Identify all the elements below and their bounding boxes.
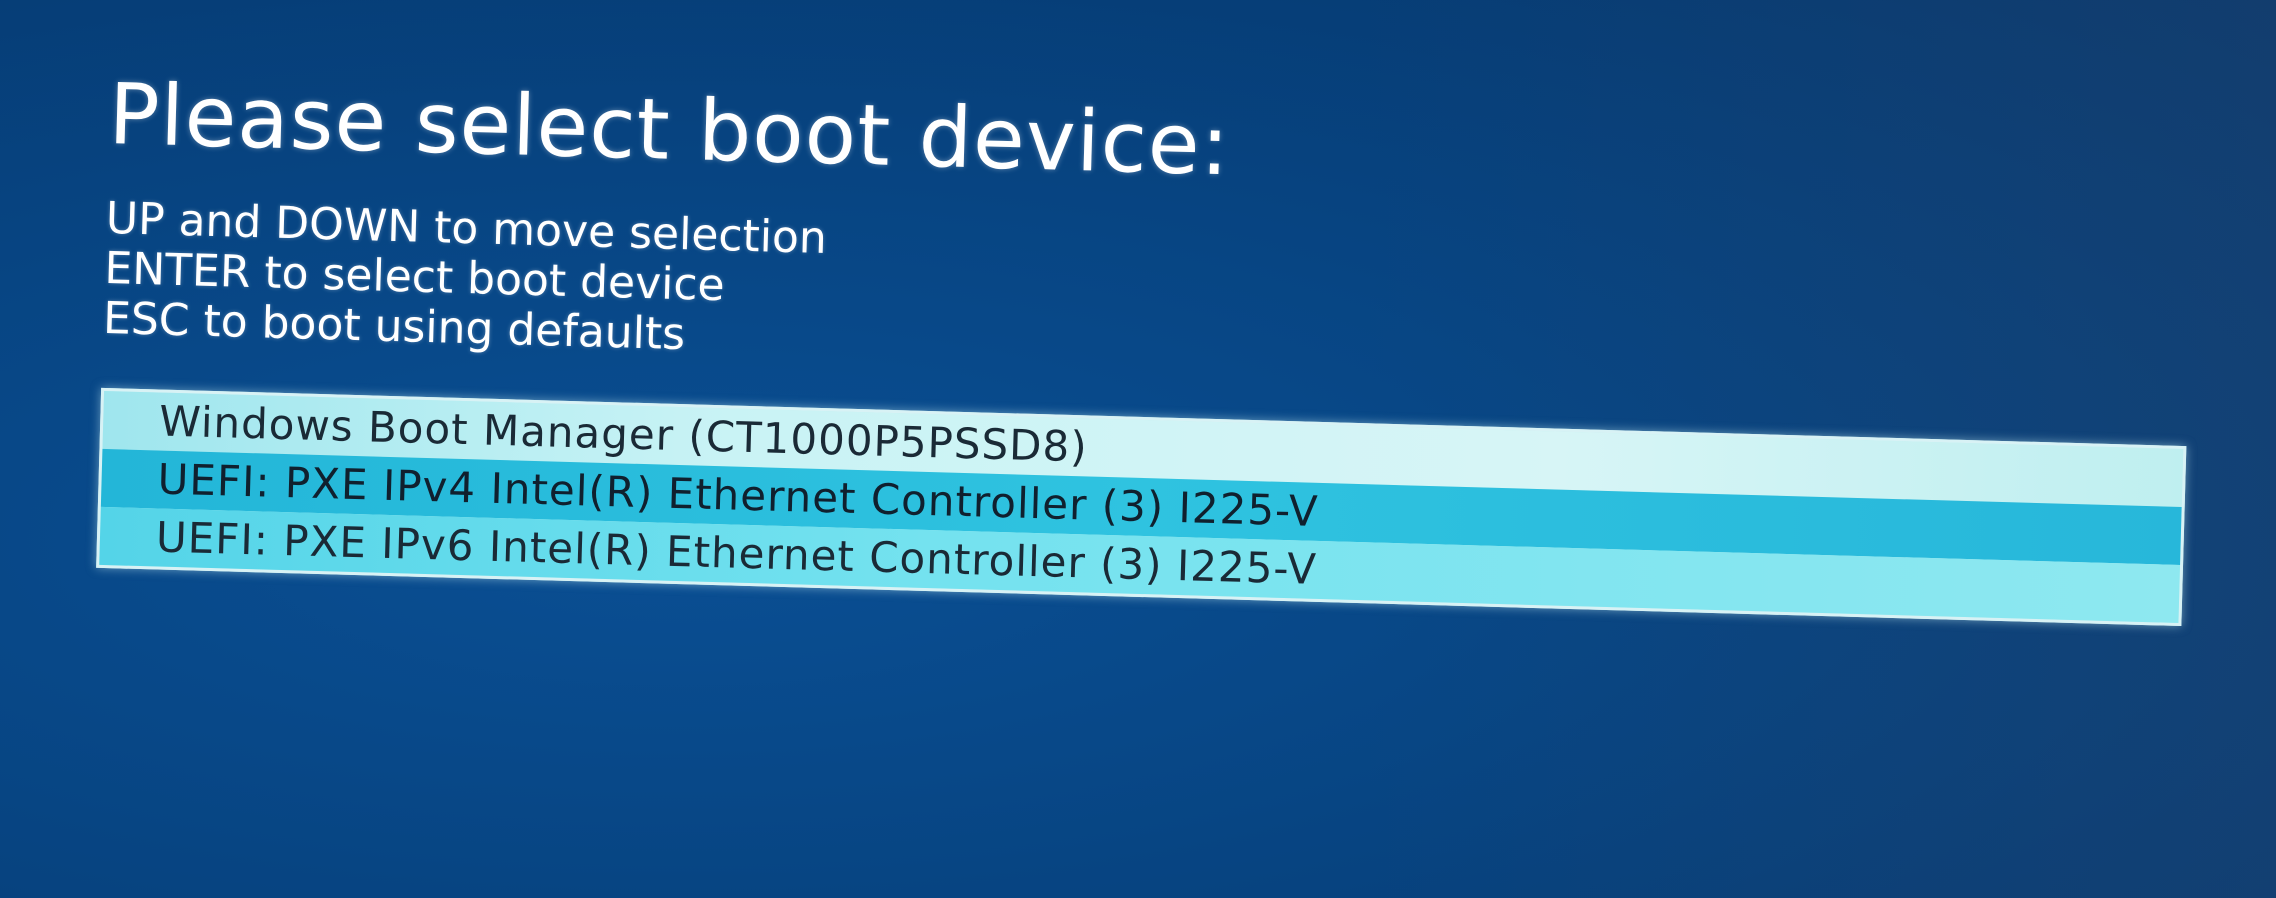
instructions: UP and DOWN to move selection ENTER to s… bbox=[102, 193, 2215, 403]
page-title: Please select boot device: bbox=[107, 65, 1232, 195]
boot-device-list: Windows Boot Manager (CT1000P5PSSD8) UEF… bbox=[96, 387, 2187, 627]
boot-menu-screen: Please select boot device: UP and DOWN t… bbox=[93, 65, 2219, 731]
